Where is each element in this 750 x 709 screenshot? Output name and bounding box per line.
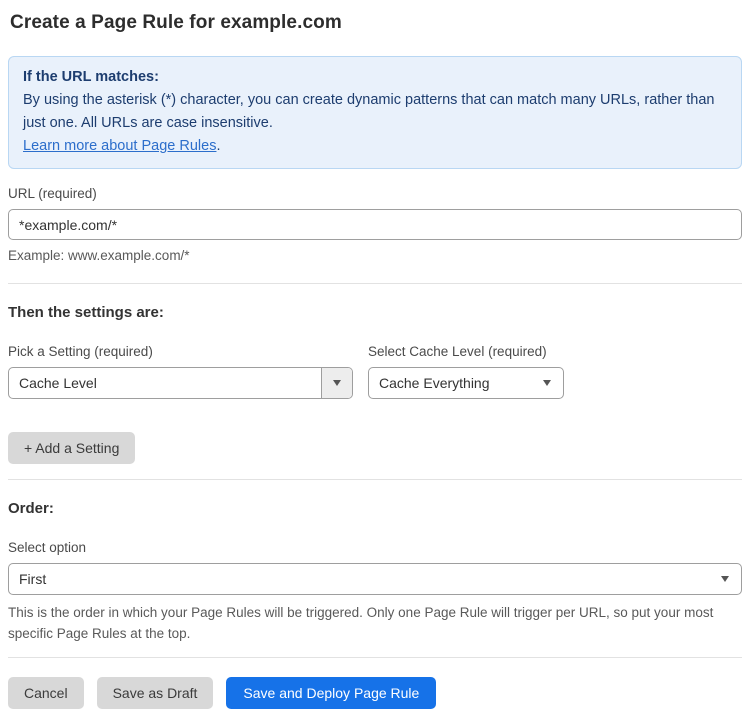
save-and-deploy-button[interactable]: Save and Deploy Page Rule <box>226 677 437 709</box>
cache-level-value: Cache Everything <box>379 375 490 391</box>
chevron-down-icon <box>543 380 551 386</box>
info-box-heading: If the URL matches: <box>23 69 159 85</box>
order-select-label: Select option <box>8 540 87 555</box>
divider <box>8 479 742 480</box>
cancel-button[interactable]: Cancel <box>8 677 84 709</box>
order-dropdown[interactable]: First <box>8 563 742 595</box>
chevron-down-icon <box>721 576 729 582</box>
url-label: URL (required) <box>8 186 97 201</box>
cache-level-column: Select Cache Level (required) Cache Ever… <box>368 344 564 399</box>
chevron-down-icon <box>321 368 352 398</box>
link-period: . <box>216 138 221 154</box>
cache-level-label: Select Cache Level (required) <box>368 344 547 359</box>
pick-setting-column: Pick a Setting (required) Cache Level <box>8 344 368 399</box>
order-value: First <box>19 571 47 587</box>
order-section-heading: Order: <box>8 500 54 517</box>
triangle-glyph <box>333 380 341 386</box>
add-setting-button[interactable]: + Add a Setting <box>8 432 136 464</box>
action-buttons-row: Cancel Save as Draft Save and Deploy Pag… <box>8 677 742 709</box>
url-match-info-box: If the URL matches: By using the asteris… <box>8 56 742 169</box>
divider <box>8 283 742 284</box>
settings-section-heading: Then the settings are: <box>8 304 164 321</box>
page-title: Create a Page Rule for example.com <box>10 12 342 33</box>
learn-more-link[interactable]: Learn more about Page Rules <box>23 138 216 154</box>
pick-setting-label: Pick a Setting (required) <box>8 344 153 359</box>
divider <box>8 657 742 658</box>
create-page-rule-form: Create a Page Rule for example.com If th… <box>0 12 750 709</box>
url-example-text: Example: www.example.com/* <box>8 248 190 263</box>
order-helper-text: This is the order in which your Page Rul… <box>8 605 714 641</box>
pick-setting-dropdown[interactable]: Cache Level <box>8 367 353 399</box>
url-input[interactable] <box>8 209 742 240</box>
info-box-body: By using the asterisk (*) character, you… <box>23 92 715 131</box>
cache-level-dropdown[interactable]: Cache Everything <box>368 367 564 399</box>
settings-row: Pick a Setting (required) Cache Level Se… <box>8 344 742 399</box>
save-as-draft-button[interactable]: Save as Draft <box>96 677 214 709</box>
info-box-link-line: Learn more about Page Rules. <box>23 135 727 158</box>
pick-setting-value: Cache Level <box>19 375 97 391</box>
